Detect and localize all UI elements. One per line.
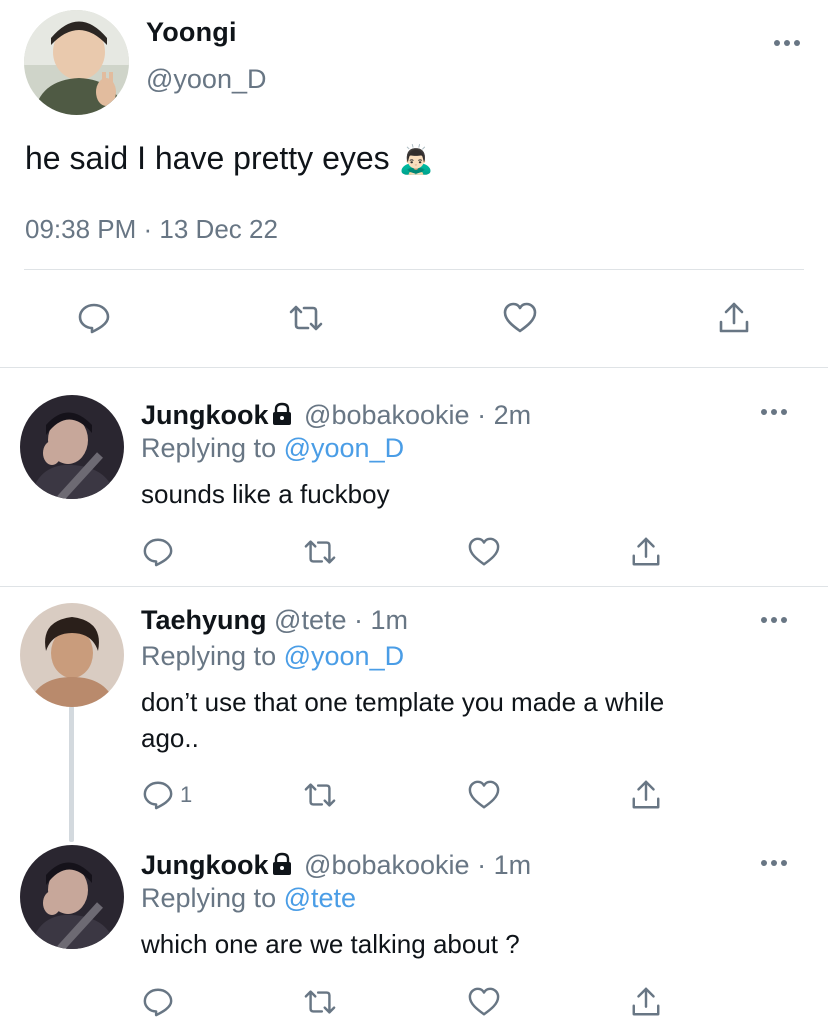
reply-count: 1: [180, 782, 193, 807]
avatar-jungkook[interactable]: [20, 395, 124, 499]
main-tweet-handle[interactable]: @yoon_D: [146, 64, 266, 95]
main-tweet-text-body: he said I have pretty eyes: [25, 140, 390, 176]
reply-text-line: don’t use that one template you made a w…: [141, 687, 665, 717]
reply-text: which one are we talking about ?: [141, 929, 520, 959]
main-tweet-name[interactable]: Yoongi: [146, 17, 237, 48]
avatar-taehyung[interactable]: [20, 603, 124, 707]
replying-to-link[interactable]: @tete: [284, 883, 356, 913]
replying-to: Replying to @yoon_D: [141, 641, 404, 672]
replying-to-label: Replying to: [141, 883, 277, 913]
reply-time[interactable]: · 1m: [354, 605, 408, 635]
reply-header: Jungkook @bobakookie · 1m: [141, 850, 531, 881]
heart-icon[interactable]: [468, 986, 500, 1018]
reply-header: Jungkook @bobakookie · 2m: [141, 400, 531, 431]
heart-icon[interactable]: [503, 301, 537, 335]
reply-handle[interactable]: @tete: [274, 605, 346, 635]
reply-time[interactable]: · 2m: [477, 400, 531, 430]
main-tweet-timestamp[interactable]: 09:38 PM · 13 Dec 22: [25, 214, 278, 245]
reply-icon[interactable]: [142, 779, 174, 811]
more-options-icon[interactable]: [759, 406, 789, 418]
reply-author-name[interactable]: Jungkook: [141, 850, 269, 880]
retweet-icon[interactable]: [304, 536, 336, 568]
more-options-icon[interactable]: [772, 37, 802, 49]
heart-icon[interactable]: [468, 536, 500, 568]
replying-to-link[interactable]: @yoon_D: [284, 641, 404, 671]
divider: [0, 586, 828, 587]
reply-handle[interactable]: @bobakookie: [304, 850, 470, 880]
bowing-emoji-icon: 🙇🏻‍♂️: [398, 144, 434, 175]
share-icon[interactable]: [630, 779, 662, 811]
lock-icon: [271, 852, 293, 876]
reply-header: Taehyung @tete · 1m: [141, 605, 408, 636]
share-icon[interactable]: [630, 986, 662, 1018]
avatar-yoongi[interactable]: [24, 10, 129, 115]
retweet-icon[interactable]: [289, 301, 323, 335]
more-options-icon[interactable]: [759, 857, 789, 869]
thread-connector: [69, 706, 74, 842]
reply-author-name[interactable]: Taehyung: [141, 605, 267, 635]
replying-to-label: Replying to: [141, 641, 277, 671]
reply-author-name[interactable]: Jungkook: [141, 400, 269, 430]
reply-icon[interactable]: [142, 986, 174, 1018]
reply-text: sounds like a fuckboy: [141, 479, 390, 509]
avatar-jungkook[interactable]: [20, 845, 124, 949]
retweet-icon[interactable]: [304, 779, 336, 811]
retweet-icon[interactable]: [304, 986, 336, 1018]
reply-time[interactable]: · 1m: [477, 850, 531, 880]
reply-text-line: ago..: [141, 723, 199, 753]
replying-to: Replying to @yoon_D: [141, 433, 404, 464]
reply-icon[interactable]: [77, 301, 111, 335]
lock-icon: [271, 402, 293, 426]
more-options-icon[interactable]: [759, 614, 789, 626]
heart-icon[interactable]: [468, 779, 500, 811]
replying-to: Replying to @tete: [141, 883, 356, 914]
divider: [0, 367, 828, 368]
share-icon[interactable]: [630, 536, 662, 568]
reply-text: don’t use that one template you made a w…: [141, 684, 781, 756]
divider: [24, 269, 804, 270]
main-tweet-text: he said I have pretty eyes 🙇🏻‍♂️: [25, 140, 433, 177]
reply-handle[interactable]: @bobakookie: [304, 400, 470, 430]
replying-to-label: Replying to: [141, 433, 277, 463]
replying-to-link[interactable]: @yoon_D: [284, 433, 404, 463]
share-icon[interactable]: [717, 301, 751, 335]
reply-icon[interactable]: [142, 536, 174, 568]
